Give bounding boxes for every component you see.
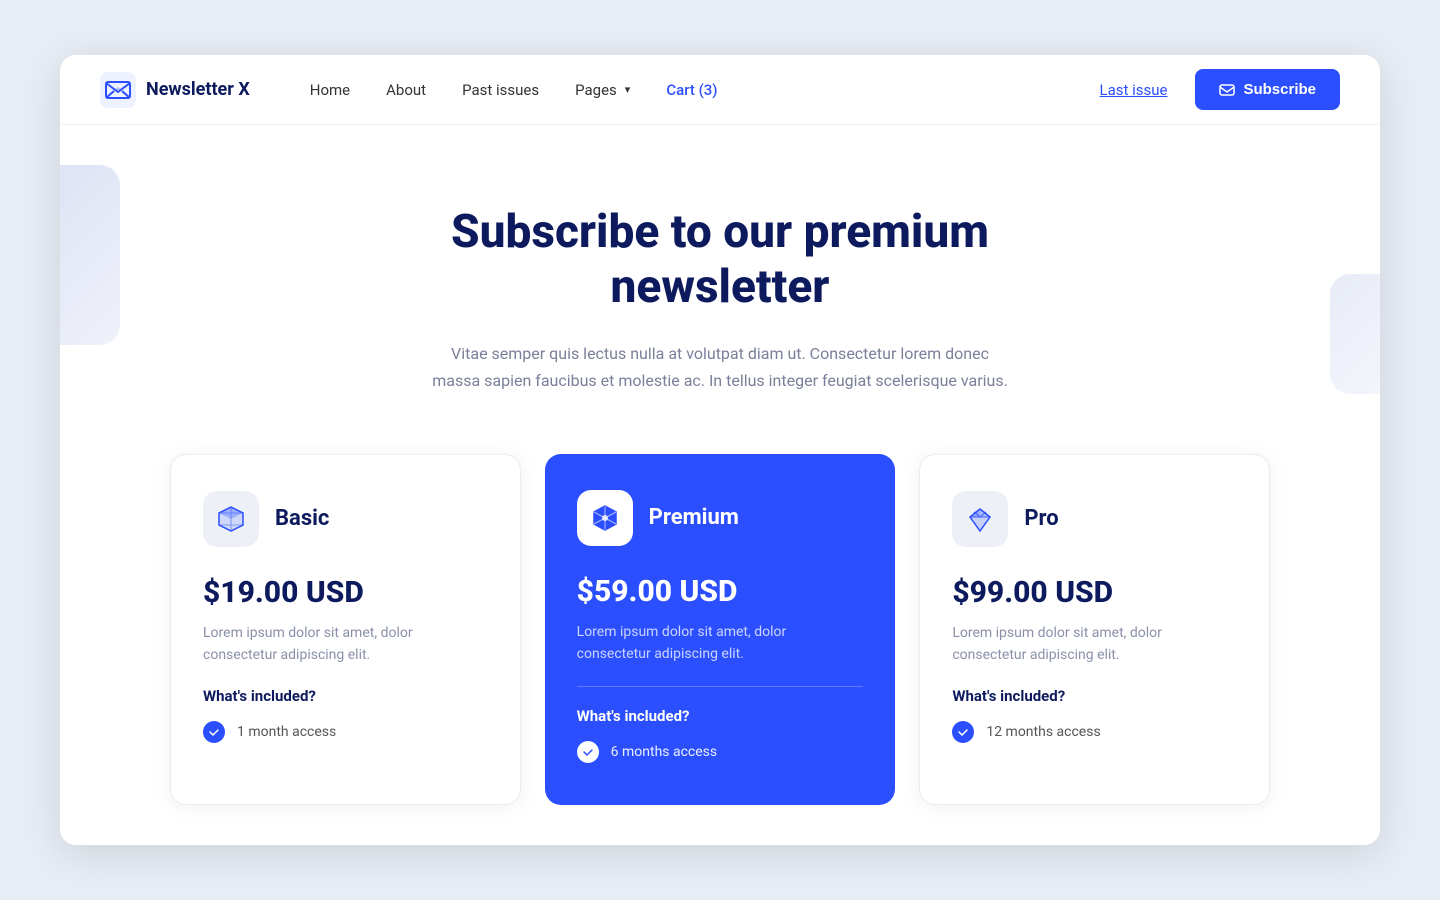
hero-section: Subscribe to our premium newsletter Vita…	[60, 125, 1380, 454]
card-pro-header: Pro	[952, 491, 1237, 547]
nav-about[interactable]: About	[386, 81, 426, 99]
pro-price: $99.00 USD	[952, 575, 1237, 610]
pro-icon-wrap	[952, 491, 1008, 547]
basic-price: $19.00 USD	[203, 575, 488, 610]
premium-divider	[577, 686, 864, 687]
pro-check-0	[952, 721, 974, 743]
mail-icon	[1219, 82, 1235, 98]
pricing-cards: Basic $19.00 USD Lorem ipsum dolor sit a…	[170, 454, 1270, 805]
premium-icon-wrap	[577, 490, 633, 546]
premium-price: $59.00 USD	[577, 574, 864, 609]
nav-links: Home About Past issues Pages ▾ Cart (3)	[310, 81, 1100, 99]
hero-title: Subscribe to our premium newsletter	[370, 205, 1070, 315]
nav-home[interactable]: Home	[310, 81, 350, 99]
hero-decoration-right	[1330, 274, 1380, 394]
navbar: Newsletter X Home About Past issues Page…	[60, 55, 1380, 125]
pro-desc: Lorem ipsum dolor sit amet, dolor consec…	[952, 622, 1237, 667]
card-basic-header: Basic	[203, 491, 488, 547]
pro-icon	[964, 503, 996, 535]
nav-past-issues[interactable]: Past issues	[462, 81, 539, 99]
basic-icon-wrap	[203, 491, 259, 547]
nav-right: Last issue Subscribe	[1100, 69, 1341, 110]
chevron-down-icon: ▾	[625, 83, 631, 96]
hero-subtitle: Vitae semper quis lectus nulla at volutp…	[430, 340, 1010, 394]
last-issue-link[interactable]: Last issue	[1100, 81, 1168, 99]
pricing-section: Basic $19.00 USD Lorem ipsum dolor sit a…	[60, 454, 1380, 845]
basic-check-0	[203, 721, 225, 743]
brand-name: Newsletter X	[146, 79, 250, 100]
basic-name: Basic	[275, 506, 329, 531]
basic-icon	[215, 503, 247, 535]
card-premium-header: Premium	[577, 490, 864, 546]
card-premium: Premium $59.00 USD Lorem ipsum dolor sit…	[545, 454, 896, 805]
premium-icon	[589, 502, 621, 534]
nav-pages[interactable]: Pages ▾	[575, 81, 630, 99]
browser-window: Newsletter X Home About Past issues Page…	[60, 55, 1380, 845]
hero-decoration-left	[60, 165, 120, 345]
pro-name: Pro	[1024, 506, 1058, 531]
premium-feature-0: 6 months access	[577, 741, 864, 763]
premium-whats-included: What's included?	[577, 707, 864, 725]
card-basic: Basic $19.00 USD Lorem ipsum dolor sit a…	[170, 454, 521, 805]
premium-desc: Lorem ipsum dolor sit amet, dolor consec…	[577, 621, 864, 666]
premium-name: Premium	[649, 505, 739, 530]
basic-desc: Lorem ipsum dolor sit amet, dolor consec…	[203, 622, 488, 667]
pro-feature-0: 12 months access	[952, 721, 1237, 743]
pro-whats-included: What's included?	[952, 687, 1237, 705]
basic-feature-0: 1 month access	[203, 721, 488, 743]
logo-icon	[100, 72, 136, 108]
nav-cart[interactable]: Cart (3)	[666, 81, 717, 99]
subscribe-button[interactable]: Subscribe	[1195, 69, 1340, 110]
card-pro: Pro $99.00 USD Lorem ipsum dolor sit ame…	[919, 454, 1270, 805]
basic-whats-included: What's included?	[203, 687, 488, 705]
logo[interactable]: Newsletter X	[100, 72, 250, 108]
premium-check-0	[577, 741, 599, 763]
